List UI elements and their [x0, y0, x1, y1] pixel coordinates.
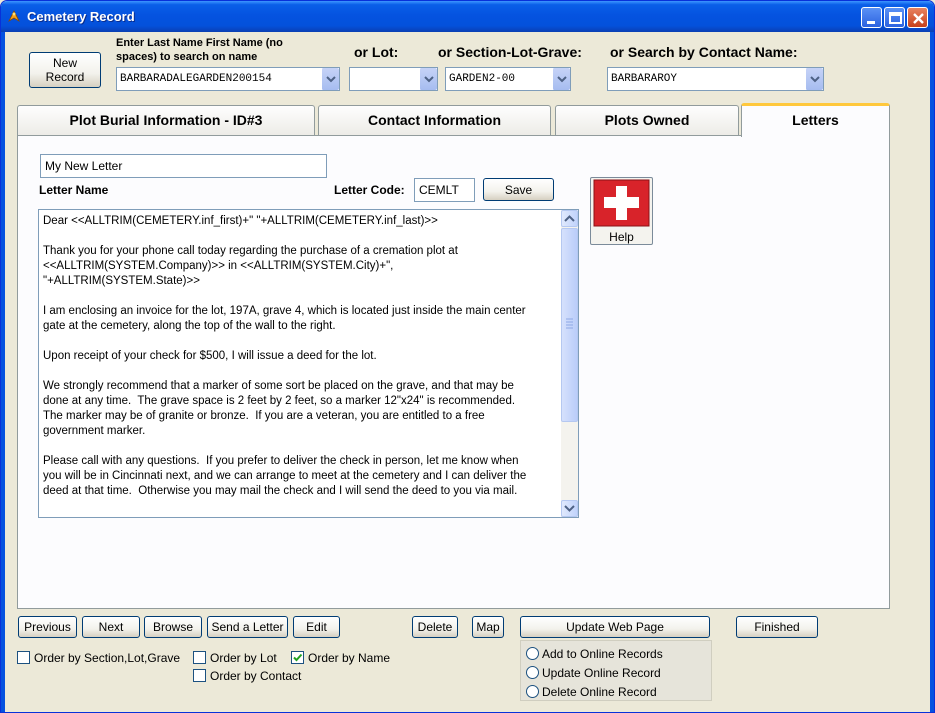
chevron-down-icon	[564, 505, 575, 512]
slg-search-value: GARDEN2-00	[449, 73, 516, 85]
delete-button[interactable]: Delete	[412, 616, 458, 638]
window-border-left	[1, 32, 5, 712]
close-icon	[913, 13, 924, 24]
slg-search-dropdown[interactable]	[552, 68, 570, 90]
help-label: Help	[609, 230, 634, 244]
order-by-contact-checkbox[interactable]: Order by Contact	[193, 668, 308, 684]
letter-code-input[interactable]	[414, 178, 475, 202]
radio-circle[interactable]	[526, 666, 539, 679]
name-search-combo[interactable]: BARBARADALEGARDEN200154	[116, 67, 340, 91]
order-by-name-checkbox[interactable]: Order by Name	[291, 650, 401, 666]
online-record-options: Add to Online Records Update Online Reco…	[520, 640, 712, 701]
help-button[interactable]: Help	[590, 177, 653, 245]
window-border-right	[930, 32, 934, 712]
browse-button[interactable]: Browse	[144, 616, 202, 638]
contact-search-dropdown[interactable]	[805, 68, 823, 90]
checkbox-box[interactable]	[17, 651, 30, 664]
contact-search-combo[interactable]: BARBARAROY	[607, 67, 824, 91]
tab-letters[interactable]: Letters	[741, 103, 890, 137]
letter-name-input[interactable]	[40, 154, 327, 178]
letter-body-scrollbar[interactable]	[561, 210, 578, 517]
delete-online-record-label: Delete Online Record	[542, 685, 657, 699]
contact-search-label: or Search by Contact Name:	[610, 44, 798, 60]
checkbox-box[interactable]	[291, 651, 304, 664]
chevron-down-icon	[326, 76, 336, 83]
maximize-button[interactable]	[884, 7, 905, 28]
scroll-up-button[interactable]	[561, 210, 578, 227]
window-title: Cemetery Record	[27, 9, 135, 24]
new-record-button[interactable]: New Record	[29, 52, 101, 88]
next-button[interactable]: Next	[82, 616, 140, 638]
name-search-label: Enter Last Name First Name (no spaces) t…	[116, 37, 283, 63]
cemetery-app-icon	[8, 10, 20, 23]
lot-search-combo[interactable]	[349, 67, 438, 91]
close-button[interactable]	[907, 7, 928, 28]
minimize-icon	[867, 21, 875, 24]
previous-button[interactable]: Previous	[18, 616, 77, 638]
order-by-lot-label: Order by Lot	[210, 651, 277, 665]
radio-circle[interactable]	[526, 647, 539, 660]
radio-circle[interactable]	[526, 685, 539, 698]
minimize-button[interactable]	[861, 7, 882, 28]
scroll-down-button[interactable]	[561, 500, 578, 517]
letter-name-label: Letter Name	[39, 183, 109, 197]
title-bar[interactable]: Cemetery Record	[1, 1, 934, 32]
letter-body-editor[interactable]: Dear <<ALLTRIM(CEMETERY.inf_first)+" "+A…	[38, 209, 579, 518]
tab-contact-information[interactable]: Contact Information	[318, 105, 551, 136]
update-online-record-label: Update Online Record	[542, 666, 661, 680]
order-by-slg-label: Order by Section,Lot,Grave	[34, 651, 181, 665]
save-button[interactable]: Save	[483, 178, 554, 201]
tab-plots-owned[interactable]: Plots Owned	[555, 105, 739, 136]
send-letter-button[interactable]: Send a Letter	[207, 616, 288, 638]
checkbox-box[interactable]	[193, 651, 206, 664]
contact-search-value: BARBARAROY	[611, 73, 678, 85]
finished-button[interactable]: Finished	[736, 616, 818, 638]
order-by-contact-label: Order by Contact	[210, 669, 302, 683]
slg-search-label: or Section-Lot-Grave:	[438, 44, 582, 60]
chevron-up-icon	[564, 215, 575, 222]
order-by-lot-checkbox[interactable]: Order by Lot	[193, 650, 288, 666]
slg-search-combo[interactable]: GARDEN2-00	[445, 67, 571, 91]
checkmark-icon	[293, 653, 303, 662]
order-by-slg-checkbox[interactable]: Order by Section,Lot,Grave	[17, 650, 187, 666]
chevron-down-icon	[557, 76, 567, 83]
update-web-page-button[interactable]: Update Web Page	[520, 616, 710, 638]
maximize-icon	[889, 12, 902, 24]
lot-search-dropdown[interactable]	[419, 68, 437, 90]
name-search-dropdown[interactable]	[321, 68, 339, 90]
edit-button[interactable]: Edit	[293, 616, 340, 638]
checkbox-box[interactable]	[193, 669, 206, 682]
map-button[interactable]: Map	[472, 616, 504, 638]
add-online-record-label: Add to Online Records	[542, 647, 663, 661]
chevron-down-icon	[424, 76, 434, 83]
letter-code-label: Letter Code:	[334, 183, 405, 197]
chevron-down-icon	[810, 76, 820, 83]
cemetery-record-window: Cemetery Record New Record Enter Last Na…	[0, 0, 935, 713]
name-search-value: BARBARADALEGARDEN200154	[120, 73, 272, 85]
order-by-name-label: Order by Name	[308, 651, 391, 665]
grip-icon	[566, 318, 573, 329]
red-cross-help-icon	[593, 179, 650, 227]
tab-plot-burial-information[interactable]: Plot Burial Information - ID#3	[17, 105, 315, 136]
scroll-thumb[interactable]	[561, 228, 578, 422]
lot-search-label: or Lot:	[354, 44, 399, 60]
letter-body-text[interactable]: Dear <<ALLTRIM(CEMETERY.inf_first)+" "+A…	[43, 214, 561, 499]
